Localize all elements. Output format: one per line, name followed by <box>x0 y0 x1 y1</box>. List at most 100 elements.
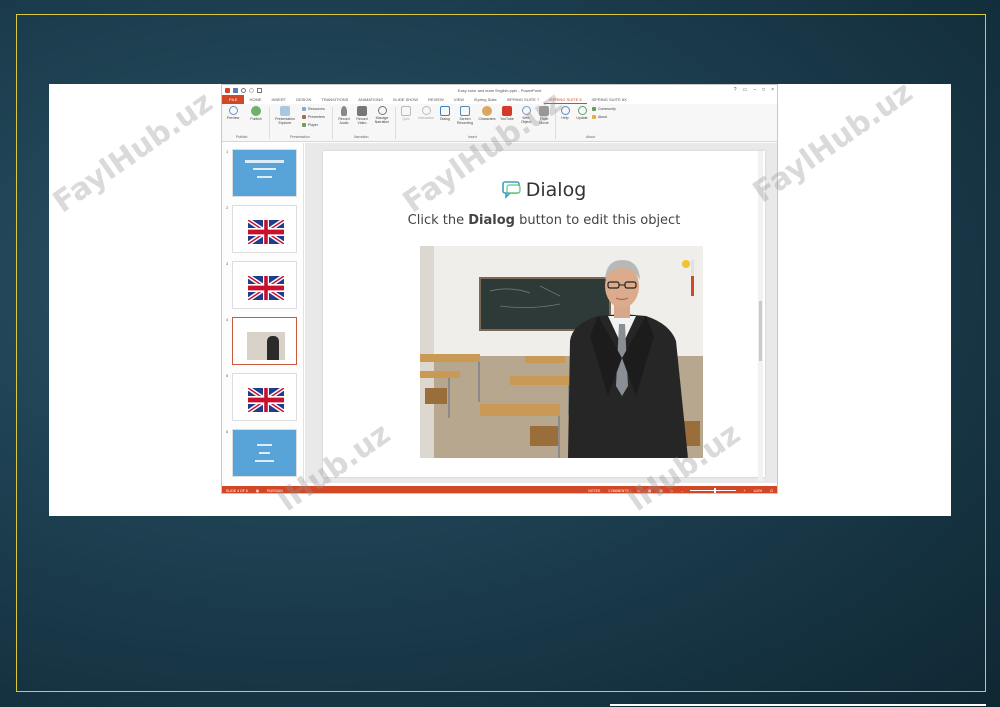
publish-icon <box>251 106 261 116</box>
powerpoint-window: Easy color and learn English.pptx - Powe… <box>221 84 778 494</box>
vertical-scrollbar[interactable] <box>758 151 763 481</box>
group-separator <box>395 107 396 139</box>
slide-subtitle: Click the Dialog button to edit this obj… <box>407 213 681 228</box>
slide-title-text: Dialog <box>525 179 587 201</box>
notes-button[interactable]: NOTES <box>584 489 604 493</box>
youtube-icon <box>502 106 512 116</box>
resources-button[interactable]: Resources <box>302 107 325 111</box>
community-button[interactable]: Community <box>592 107 616 111</box>
tab-ispring-suite-7[interactable]: iSPRING SUITE 7 <box>502 95 544 104</box>
clock-icon <box>377 106 387 115</box>
group-separator <box>332 107 333 139</box>
ribbon-tabs: FILE HOME INSERT DESIGN TRANSITIONS ANIM… <box>222 95 777 104</box>
comments-button[interactable]: COMMENTS <box>604 489 632 493</box>
tab-ispring-suite[interactable]: iSpring Suite <box>469 95 502 104</box>
minimize-icon[interactable]: – <box>753 87 756 93</box>
group-label-insert: Insert <box>468 135 477 139</box>
magnifier-icon <box>228 106 238 115</box>
group-label-narration: Narration <box>354 135 369 139</box>
close-icon[interactable]: × <box>771 87 774 93</box>
slide-thumbnail-6[interactable] <box>232 429 297 477</box>
tab-ispring-suite-8[interactable]: iSPRING SUITE 8 <box>544 95 587 104</box>
record-audio-button[interactable]: Record Audio <box>335 104 353 125</box>
window-title: Easy color and learn English.pptx - Powe… <box>457 87 542 93</box>
ribbon-display-icon[interactable]: ▭ <box>743 87 748 93</box>
web-object-button[interactable]: Web Object <box>517 104 535 124</box>
screen-icon <box>460 106 470 116</box>
spellcheck-icon[interactable]: ▣ <box>252 489 263 493</box>
slide-thumbnail-1[interactable] <box>232 149 297 197</box>
slide-thumbnail-3[interactable] <box>232 261 297 309</box>
quiz-icon <box>401 106 411 116</box>
quiz-button[interactable]: Quiz <box>397 104 415 121</box>
thumbnail-text <box>257 176 272 178</box>
zoom-in-icon[interactable]: + <box>739 489 749 493</box>
tab-slide-show[interactable]: SLIDE SHOW <box>388 95 423 104</box>
dialog-character-image[interactable] <box>420 246 703 458</box>
tab-file[interactable]: FILE <box>222 95 245 104</box>
player-button[interactable]: Player <box>302 123 318 127</box>
slide-indicator: SLIDE 4 OF 6 <box>226 488 248 493</box>
thumbnail-text <box>253 168 276 170</box>
zoom-slider[interactable] <box>690 488 737 493</box>
thumbnail-classroom-image <box>247 332 285 360</box>
screen-recording-button[interactable]: Screen Recording <box>454 104 476 125</box>
tab-review[interactable]: REVIEW <box>423 95 449 104</box>
community-icon <box>592 107 596 111</box>
thumbnail-text <box>257 444 272 446</box>
slide-thumbnail-4[interactable] <box>232 317 297 365</box>
fit-slide-icon[interactable]: ⊡ <box>766 489 777 493</box>
language-indicator[interactable]: RUSSIAN <box>263 489 287 493</box>
web-object-icon <box>521 106 531 115</box>
slide-sorter-icon[interactable]: ▦ <box>644 489 655 493</box>
slide-thumbnail-5[interactable] <box>232 373 297 421</box>
zoom-out-icon[interactable]: – <box>677 489 687 493</box>
maximize-icon[interactable]: □ <box>762 87 765 93</box>
tab-design[interactable]: DESIGN <box>291 95 316 104</box>
thumbnail-number: 2 <box>226 205 229 210</box>
update-icon <box>577 106 587 115</box>
slide-thumbnails-panel: 1 2 3 4 5 6 <box>222 143 304 483</box>
presenters-button[interactable]: Presenters <box>302 115 325 119</box>
zoom-slider-thumb[interactable] <box>714 488 717 493</box>
preview-button[interactable]: Preview <box>224 104 242 120</box>
tab-view[interactable]: VIEW <box>449 95 469 104</box>
slideshow-view-icon[interactable]: ▷ <box>667 489 678 493</box>
thumbnail-number: 3 <box>226 261 229 266</box>
info-icon <box>592 115 596 119</box>
union-jack-icon <box>248 388 284 412</box>
window-controls: ? ▭ – □ × <box>734 87 774 93</box>
help-button[interactable]: Help <box>556 104 574 120</box>
presentation-explorer-button[interactable]: Presentation Explorer <box>274 104 296 125</box>
tab-ispring-suite-8x[interactable]: iSPRING SUITE 8X <box>587 95 632 104</box>
manage-narration-button[interactable]: Manage Narration <box>371 104 393 124</box>
flash-movie-button[interactable]: Flash Movie <box>535 104 553 125</box>
reading-view-icon[interactable]: ▤ <box>655 489 666 493</box>
question-icon <box>560 106 570 115</box>
bottom-accent-line <box>610 704 986 706</box>
thumbnail-text <box>245 160 284 163</box>
help-icon[interactable]: ? <box>734 87 737 93</box>
zoom-level[interactable]: 110% <box>749 489 766 493</box>
ribbon: Preview Publish Presentation Explorer Re… <box>222 104 777 142</box>
dialog-button[interactable]: Dialog <box>436 104 454 121</box>
characters-button[interactable]: Characters <box>477 104 497 121</box>
group-label-about: About <box>586 135 596 139</box>
interaction-button[interactable]: Interaction <box>415 104 437 120</box>
current-slide[interactable]: Dialog Click the Dialog button to edit t… <box>323 151 765 481</box>
tab-home[interactable]: HOME <box>244 95 266 104</box>
tab-animations[interactable]: ANIMATIONS <box>353 95 388 104</box>
thumbnail-number: 5 <box>226 373 229 378</box>
slide-title: Dialog <box>323 179 765 201</box>
slide-thumbnail-2[interactable] <box>232 205 297 253</box>
normal-view-icon[interactable]: ▭ <box>633 489 644 493</box>
tab-insert[interactable]: INSERT <box>266 95 291 104</box>
tab-transitions[interactable]: TRANSITIONS <box>316 95 353 104</box>
record-video-button[interactable]: Record Video <box>353 104 371 125</box>
update-button[interactable]: Update <box>573 104 591 120</box>
about-button[interactable]: About <box>592 115 607 119</box>
scrollbar-thumb[interactable] <box>759 301 762 361</box>
youtube-button[interactable]: YouTube <box>498 104 516 121</box>
publish-button[interactable]: Publish <box>247 104 265 121</box>
interaction-icon <box>421 106 431 115</box>
